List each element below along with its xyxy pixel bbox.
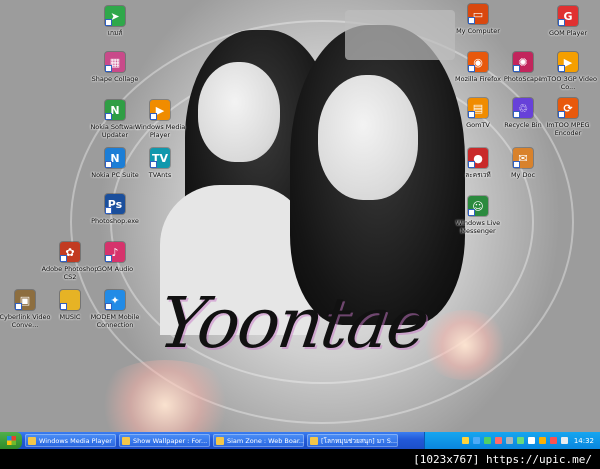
- wallpaper-signature: Yoontae: [154, 282, 433, 364]
- system-tray: 14:32: [424, 432, 600, 449]
- tray-app-icon[interactable]: [505, 437, 513, 444]
- photoshop-cs2-icon: ✿: [60, 242, 80, 262]
- messenger-icon: ☺: [468, 196, 488, 216]
- desktop-icon-my-computer[interactable]: ▭ My Computer: [445, 4, 511, 35]
- gom-audio-icon: ♪: [105, 242, 125, 262]
- desktop-icon-messenger[interactable]: ☺ Windows Live Messenger: [445, 196, 511, 235]
- wallpaper-photo-face-left: [198, 62, 280, 162]
- recycle-bin-icon: ♲: [513, 98, 533, 118]
- desktop-icon-shape-collage[interactable]: ▦ Shape Collage: [82, 52, 148, 83]
- browser-icon: [310, 436, 318, 445]
- desktop-icon-photoshop[interactable]: Ps Photoshop.exe: [82, 194, 148, 225]
- wallpaper-sign: [345, 10, 455, 60]
- browser-icon: [122, 436, 130, 445]
- arrow-icon: ➤: [105, 6, 125, 26]
- tvants-icon: TV: [150, 148, 170, 168]
- taskbar-clock[interactable]: 14:32: [574, 437, 594, 445]
- tray-security-icon[interactable]: [494, 437, 502, 444]
- theater-icon: ●: [468, 148, 488, 168]
- start-button[interactable]: [0, 432, 22, 449]
- wallpaper-glow: [420, 310, 510, 380]
- tray-arrow-icon[interactable]: [461, 437, 469, 444]
- my-doc-icon: ✉: [513, 148, 533, 168]
- folder-icon: [60, 290, 80, 310]
- browser-icon: [216, 436, 224, 445]
- gom-player-icon: G: [558, 6, 578, 26]
- imtoo-mpeg-icon: ⟳: [558, 98, 578, 118]
- desktop-icon-games[interactable]: ➤ เกมส์: [82, 6, 148, 37]
- collage-icon: ▦: [105, 52, 125, 72]
- taskbar-item-show-wallpaper[interactable]: Show Wallpaper : For...: [119, 434, 210, 447]
- taskbar: Windows Media Player Show Wallpaper : Fo…: [0, 432, 600, 449]
- gomtv-icon: ▤: [468, 98, 488, 118]
- tray-app-icon[interactable]: [538, 437, 546, 444]
- film-icon: ▣: [15, 290, 35, 310]
- tray-app-icon[interactable]: [527, 437, 535, 444]
- taskbar-item-windows-media-player[interactable]: Windows Media Player: [25, 434, 116, 447]
- nokia-updater-icon: N: [105, 100, 125, 120]
- desktop-icon-gom-audio[interactable]: ♪ GOM Audio: [82, 242, 148, 273]
- desktop-icon-my-doc[interactable]: ✉ My Doc: [490, 148, 556, 179]
- computer-icon: ▭: [468, 4, 488, 24]
- firefox-icon: ◉: [468, 52, 488, 72]
- tray-app-icon[interactable]: [516, 437, 524, 444]
- desktop: Yoontae ➤ เกมส์ ▦ Shape Collage N Nokia …: [0, 0, 600, 432]
- imtoo-3gp-icon: ▶: [558, 52, 578, 72]
- media-player-icon: ▶: [150, 100, 170, 120]
- desktop-icon-imtoo-mpeg[interactable]: ⟳ ImTOO MPEG Encoder: [535, 98, 600, 137]
- taskbar-item-siam-zone[interactable]: Siam Zone : Web Boar...: [213, 434, 304, 447]
- wallpaper-photo-face-right: [318, 75, 418, 200]
- modem-icon: ✦: [105, 290, 125, 310]
- nokia-suite-icon: N: [105, 148, 125, 168]
- tray-network-icon[interactable]: [472, 437, 480, 444]
- tray-antivirus-icon[interactable]: [549, 437, 557, 444]
- desktop-icon-windows-media-player[interactable]: ▶ Windows Media Player: [127, 100, 193, 139]
- media-player-icon: [28, 436, 36, 445]
- desktop-icon-tvants[interactable]: TV TVAnts: [127, 148, 193, 179]
- taskbar-item-forum[interactable]: [โลกหมุนช่วยสนุก] มา S...: [307, 434, 398, 447]
- desktop-icon-imtoo-3gp[interactable]: ▶ ImTOO 3GP Video Co...: [535, 52, 600, 91]
- image-caption: [1023x767] https://upic.me/: [0, 449, 600, 469]
- photoshop-icon: Ps: [105, 194, 125, 214]
- tray-volume-icon[interactable]: [560, 437, 568, 444]
- tray-messenger-icon[interactable]: [483, 437, 491, 444]
- photoscape-icon: ✺: [513, 52, 533, 72]
- desktop-icon-modem[interactable]: ✦ MODEM Mobile Connection: [82, 290, 148, 329]
- desktop-icon-gom-player[interactable]: G GOM Player: [535, 6, 600, 37]
- windows-logo-icon: [6, 436, 16, 445]
